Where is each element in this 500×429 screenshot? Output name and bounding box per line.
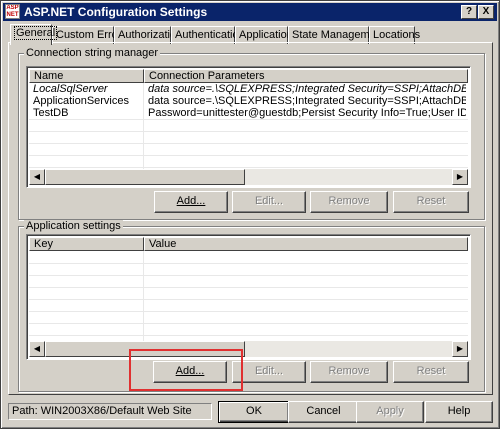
apply-button[interactable]: Apply xyxy=(356,401,424,423)
tab-label: General xyxy=(14,26,58,40)
title-bar[interactable]: ASP NET ASP.NET Configuration Settings ?… xyxy=(3,3,497,21)
window-title: ASP.NET Configuration Settings xyxy=(24,5,208,19)
help-button[interactable]: Help xyxy=(425,401,493,423)
red-highlight-box xyxy=(129,349,243,391)
aspnet-app-icon: ASP NET xyxy=(5,4,20,19)
dialog-window: ASP NET ASP.NET Configuration Settings ?… xyxy=(0,0,500,429)
close-title-button[interactable]: X xyxy=(478,5,494,19)
path-display: Path: WIN2003X86/Default Web Site xyxy=(8,403,212,420)
help-title-button[interactable]: ? xyxy=(461,5,477,19)
tab-panel-general xyxy=(8,42,493,395)
cancel-button[interactable]: Cancel xyxy=(288,401,359,423)
ok-button[interactable]: OK xyxy=(218,401,290,423)
tab-general[interactable]: General xyxy=(10,24,58,45)
